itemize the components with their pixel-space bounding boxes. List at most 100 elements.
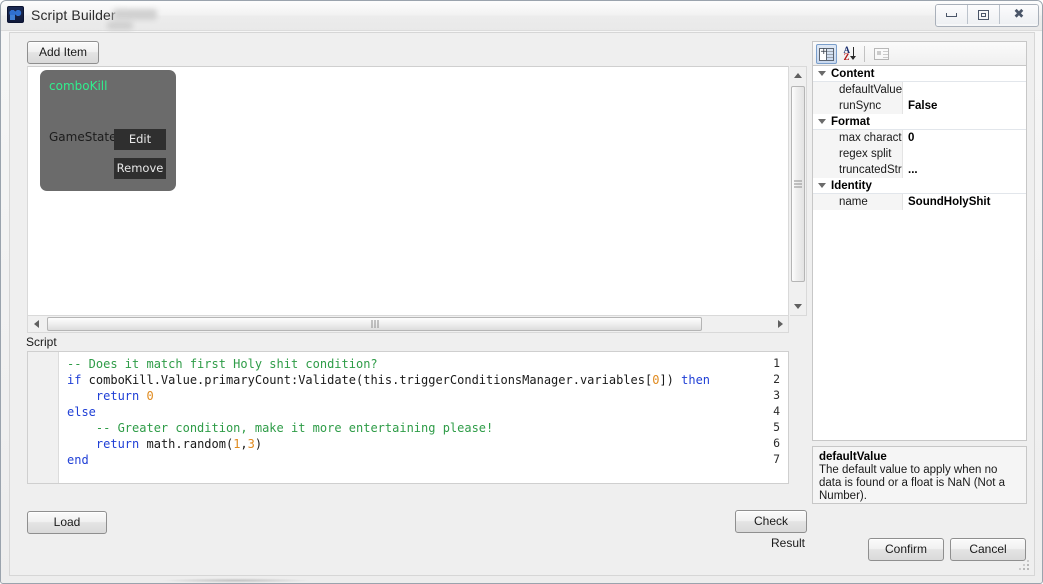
- code-token-plain: ]): [659, 373, 682, 387]
- property-row[interactable]: max characters0: [813, 129, 1026, 146]
- code-content[interactable]: -- Does it match first Holy shit conditi…: [67, 356, 710, 468]
- description-title: defaultValue: [819, 451, 887, 463]
- property-category-row[interactable]: Format: [813, 114, 1026, 130]
- close-button[interactable]: ✖: [1000, 5, 1038, 24]
- categorized-view-icon: [819, 47, 834, 61]
- code-token-plain: ,: [240, 437, 248, 451]
- script-builder-window: Script Builder ✖ Add Item comboKill Game…: [0, 0, 1043, 584]
- line-number-gutter: [28, 352, 59, 483]
- scroll-left-button[interactable]: [28, 316, 44, 332]
- property-name: truncatedString: [813, 161, 903, 178]
- node-field-label: GameState: [49, 130, 117, 144]
- line-number: 1: [773, 356, 780, 370]
- scroll-down-button[interactable]: [790, 298, 806, 315]
- triangle-down-icon: [818, 71, 826, 76]
- property-name: max characters: [813, 129, 903, 146]
- line-number: 3: [773, 388, 780, 402]
- property-value[interactable]: False: [903, 97, 1026, 114]
- code-token-plain: comboKill.Value.primaryCount:Validate(th…: [81, 373, 653, 387]
- code-line: else: [67, 404, 710, 420]
- property-value[interactable]: ...: [903, 161, 1026, 178]
- property-pages-icon: [874, 48, 889, 60]
- category-name: Identity: [831, 179, 872, 192]
- restore-button[interactable]: [968, 5, 1000, 24]
- load-button[interactable]: Load: [27, 511, 107, 534]
- property-row[interactable]: name SoundHolyShit: [813, 193, 1026, 210]
- toolbar-separator: [864, 46, 865, 62]
- code-token-keyword: return: [95, 437, 140, 451]
- result-label: Result: [770, 536, 805, 550]
- confirm-button[interactable]: Confirm: [868, 538, 944, 561]
- property-row[interactable]: truncatedString...: [813, 161, 1026, 178]
- canvas-vertical-scrollbar[interactable]: [790, 66, 807, 316]
- category-name: Format: [831, 115, 870, 128]
- property-pages-button[interactable]: [871, 44, 892, 64]
- node-remove-button[interactable]: Remove: [114, 158, 166, 179]
- node-title: comboKill: [49, 79, 108, 93]
- code-token-comment: -- Does it match first Holy shit conditi…: [67, 357, 378, 371]
- property-value[interactable]: 0: [903, 129, 1026, 146]
- node-combokill[interactable]: comboKill GameState Edit Remove: [40, 70, 176, 191]
- property-value[interactable]: [903, 81, 1026, 98]
- cancel-button[interactable]: Cancel: [950, 538, 1026, 561]
- code-token-number: 0: [146, 389, 154, 403]
- property-name: runSync: [813, 97, 903, 114]
- scroll-right-button[interactable]: [772, 316, 788, 332]
- app-icon: [7, 6, 24, 23]
- line-number: 7: [773, 452, 780, 466]
- add-item-button[interactable]: Add Item: [27, 41, 99, 64]
- title-bar: Script Builder ✖: [1, 1, 1042, 31]
- property-category-row[interactable]: Identity: [813, 178, 1026, 194]
- canvas-horizontal-scrollbar[interactable]: [27, 316, 789, 333]
- property-description-pane: defaultValue The default value to apply …: [812, 446, 1027, 504]
- minimize-button[interactable]: [936, 5, 968, 24]
- node-edit-button[interactable]: Edit: [114, 129, 166, 150]
- property-name: name: [813, 193, 903, 210]
- code-line: return math.random(1,3): [67, 436, 710, 452]
- property-grid[interactable]: Content defaultValue runSync False Format max…: [812, 66, 1027, 441]
- property-row[interactable]: runSync False: [813, 97, 1026, 114]
- scroll-grip-icon: [371, 320, 378, 328]
- code-token-keyword: end: [67, 453, 89, 467]
- restore-icon: [978, 9, 989, 20]
- description-body: The default value to apply when no data …: [819, 464, 1006, 502]
- line-number: 2: [773, 372, 780, 386]
- property-value[interactable]: SoundHolyShit: [903, 193, 1026, 210]
- chevron-left-icon: [33, 320, 39, 328]
- property-category-row[interactable]: Content: [813, 66, 1026, 82]
- categorized-view-button[interactable]: [816, 44, 837, 64]
- resize-grip[interactable]: [1019, 560, 1031, 572]
- triangle-down-icon: [818, 183, 826, 188]
- property-name: defaultValue: [813, 81, 903, 98]
- vertical-scroll-thumb[interactable]: [791, 86, 805, 282]
- scroll-up-button[interactable]: [790, 67, 806, 84]
- window-shadow: [161, 578, 311, 583]
- redacted-title-suffix-2: [107, 21, 133, 30]
- code-token-plain: ): [254, 437, 263, 451]
- code-token-comment: -- Greater condition, make it more enter…: [95, 421, 494, 435]
- category-expander[interactable]: [813, 71, 831, 76]
- property-value[interactable]: [903, 145, 1026, 162]
- property-row[interactable]: regex split: [813, 145, 1026, 162]
- code-token-keyword: else: [67, 405, 96, 419]
- check-button[interactable]: Check: [735, 510, 807, 533]
- line-number: 6: [773, 436, 780, 450]
- code-line: end: [67, 452, 710, 468]
- category-expander[interactable]: [813, 183, 831, 188]
- category-expander[interactable]: [813, 119, 831, 124]
- alphabetical-sort-button[interactable]: AZ: [841, 44, 862, 64]
- redacted-title-suffix: [113, 9, 157, 20]
- script-section-label: Script: [26, 335, 57, 349]
- horizontal-scroll-thumb[interactable]: [47, 317, 702, 331]
- window-title: Script Builder: [31, 7, 116, 23]
- code-token-number: 3: [247, 437, 255, 451]
- property-row[interactable]: defaultValue: [813, 81, 1026, 98]
- node-canvas[interactable]: comboKill GameState Edit Remove: [27, 66, 789, 316]
- chevron-right-icon: [777, 320, 783, 328]
- minimize-icon: [946, 12, 957, 17]
- script-editor[interactable]: 1 2 3 4 5 6 7 -- Does it match first Holy shit…: [27, 351, 789, 484]
- code-line: if comboKill.Value.primaryCount:Validate…: [67, 372, 710, 388]
